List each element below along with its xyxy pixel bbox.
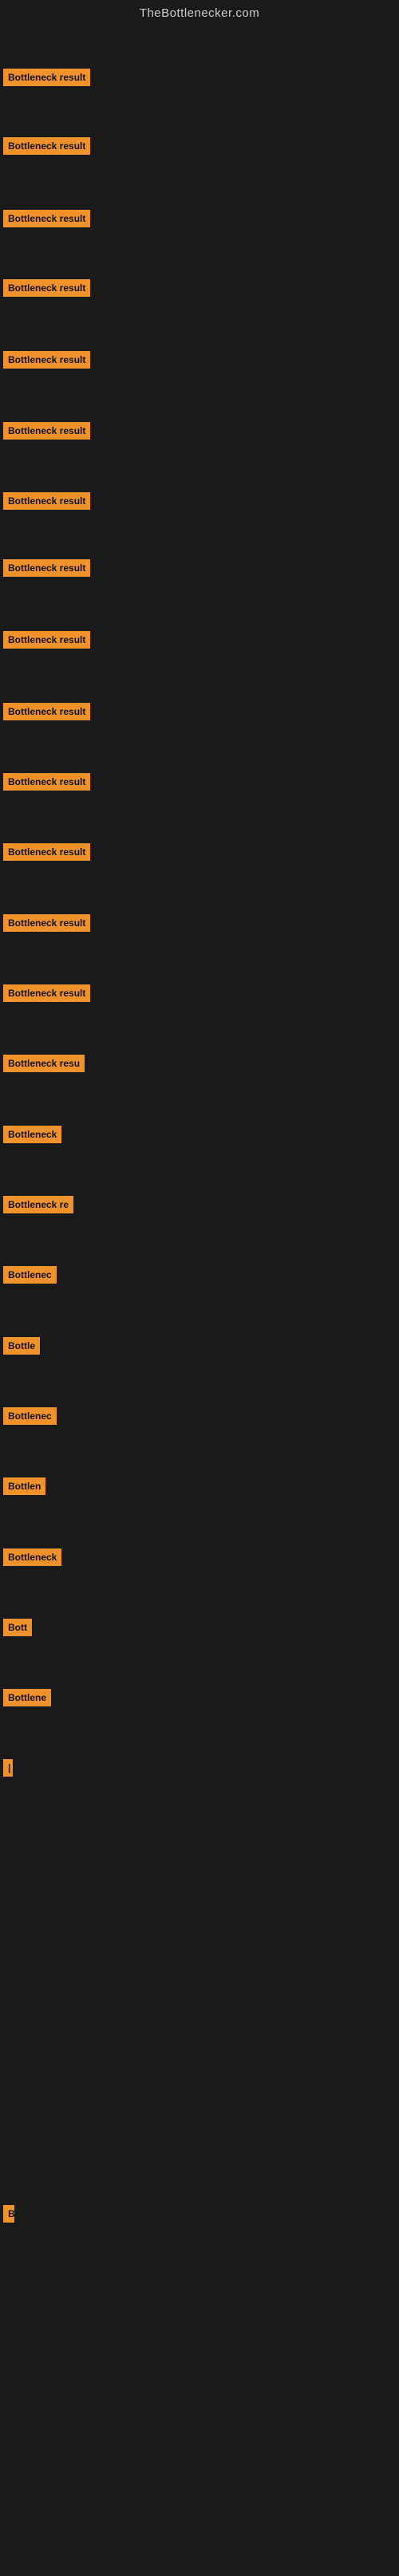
bottleneck-badge-20[interactable]: Bottlenec bbox=[3, 1407, 57, 1425]
bottleneck-row-8: Bottleneck result bbox=[0, 559, 90, 577]
bottleneck-row-19: Bottle bbox=[0, 1337, 40, 1355]
bottleneck-row-1: Bottleneck result bbox=[0, 69, 90, 86]
bottleneck-badge-16[interactable]: Bottleneck bbox=[3, 1126, 61, 1143]
bottleneck-badge-15[interactable]: Bottleneck resu bbox=[3, 1055, 85, 1072]
bottleneck-badge-8[interactable]: Bottleneck result bbox=[3, 559, 90, 577]
bottleneck-row-23: Bott bbox=[0, 1619, 32, 1636]
bottleneck-badge-18[interactable]: Bottlenec bbox=[3, 1266, 57, 1284]
bottleneck-row-3: Bottleneck result bbox=[0, 210, 90, 227]
bottleneck-row-21: Bottlen bbox=[0, 1477, 45, 1495]
bottleneck-badge-22[interactable]: Bottleneck bbox=[3, 1548, 61, 1566]
bottleneck-row-4: Bottleneck result bbox=[0, 279, 90, 297]
bottleneck-badge-19[interactable]: Bottle bbox=[3, 1337, 40, 1355]
bottleneck-row-10: Bottleneck result bbox=[0, 703, 90, 720]
bottleneck-badge-6[interactable]: Bottleneck result bbox=[3, 422, 90, 440]
bottleneck-row-11: Bottleneck result bbox=[0, 773, 90, 791]
bottleneck-badge-11[interactable]: Bottleneck result bbox=[3, 773, 90, 791]
bottleneck-badge-9[interactable]: Bottleneck result bbox=[3, 631, 90, 649]
site-title: TheBottlenecker.com bbox=[0, 0, 399, 23]
bottleneck-badge-7[interactable]: Bottleneck result bbox=[3, 492, 90, 510]
bottleneck-row-7: Bottleneck result bbox=[0, 492, 90, 510]
bottleneck-row-14: Bottleneck result bbox=[0, 984, 90, 1002]
bottleneck-row-22: Bottleneck bbox=[0, 1548, 61, 1566]
bottleneck-badge-21[interactable]: Bottlen bbox=[3, 1477, 45, 1495]
bottleneck-badge-17[interactable]: Bottleneck re bbox=[3, 1196, 73, 1213]
bottleneck-badge-10[interactable]: Bottleneck result bbox=[3, 703, 90, 720]
bottleneck-row-16: Bottleneck bbox=[0, 1126, 61, 1143]
bottleneck-badge-13[interactable]: Bottleneck result bbox=[3, 914, 90, 932]
bottleneck-row-2: Bottleneck result bbox=[0, 137, 90, 155]
bottleneck-row-26: B bbox=[0, 2205, 14, 2223]
bottleneck-row-12: Bottleneck result bbox=[0, 843, 90, 861]
bottleneck-badge-2[interactable]: Bottleneck result bbox=[3, 137, 90, 155]
bottleneck-badge-3[interactable]: Bottleneck result bbox=[3, 210, 90, 227]
bottleneck-badge-4[interactable]: Bottleneck result bbox=[3, 279, 90, 297]
bottleneck-badge-5[interactable]: Bottleneck result bbox=[3, 351, 90, 369]
bottleneck-row-17: Bottleneck re bbox=[0, 1196, 73, 1213]
bottleneck-row-13: Bottleneck result bbox=[0, 914, 90, 932]
bottleneck-row-15: Bottleneck resu bbox=[0, 1055, 85, 1072]
bottleneck-row-6: Bottleneck result bbox=[0, 422, 90, 440]
bottleneck-badge-1[interactable]: Bottleneck result bbox=[3, 69, 90, 86]
bottleneck-row-5: Bottleneck result bbox=[0, 351, 90, 369]
bottleneck-badge-25[interactable]: | bbox=[3, 1759, 13, 1777]
bottleneck-row-20: Bottlenec bbox=[0, 1407, 57, 1425]
bottleneck-badge-23[interactable]: Bott bbox=[3, 1619, 32, 1636]
bottleneck-badge-26[interactable]: B bbox=[3, 2205, 14, 2223]
bottleneck-row-25: | bbox=[0, 1759, 13, 1777]
bottleneck-badge-12[interactable]: Bottleneck result bbox=[3, 843, 90, 861]
bottleneck-badge-24[interactable]: Bottlene bbox=[3, 1689, 51, 1706]
bottleneck-row-24: Bottlene bbox=[0, 1689, 51, 1706]
bottleneck-badge-14[interactable]: Bottleneck result bbox=[3, 984, 90, 1002]
bottleneck-row-9: Bottleneck result bbox=[0, 631, 90, 649]
bottleneck-row-18: Bottlenec bbox=[0, 1266, 57, 1284]
